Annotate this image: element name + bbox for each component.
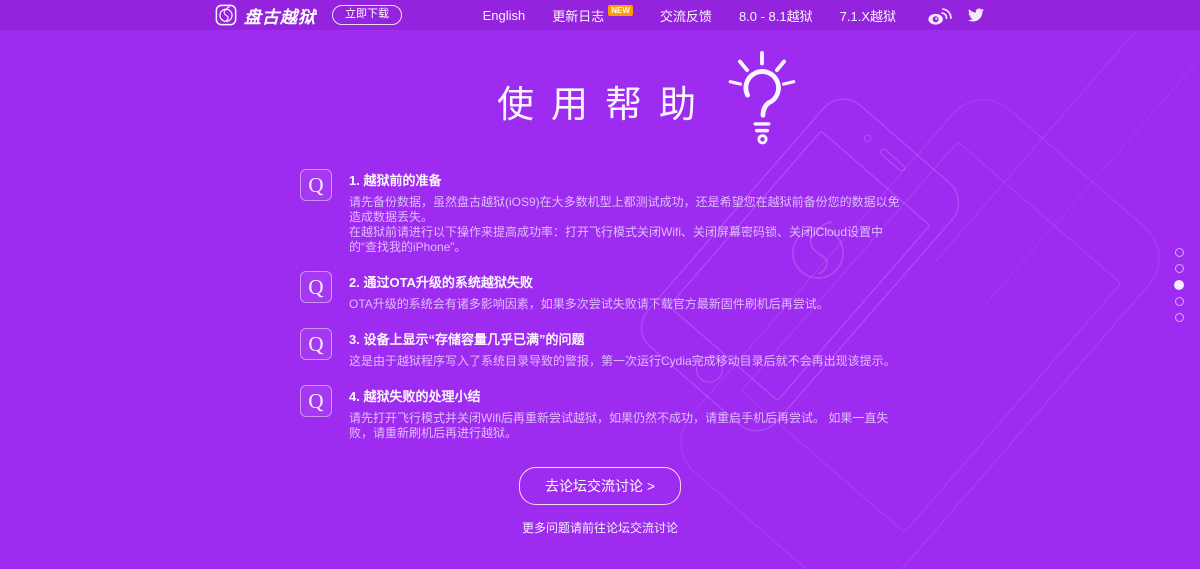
magnifier-q-icon: Q <box>300 169 332 201</box>
section-pager <box>1174 248 1184 322</box>
page-title: 使用帮助 <box>487 74 713 128</box>
nav-item-label: 交流反馈 <box>660 6 712 25</box>
twitter-icon[interactable] <box>967 7 985 23</box>
nav-item-label: 7.1.X越狱 <box>840 6 896 25</box>
download-button[interactable]: 立即下载 <box>332 5 402 25</box>
nav-item-jailbreak-8[interactable]: 8.0 - 8.1越狱 <box>739 6 813 25</box>
faq-item-title: 2. 通过OTA升级的系统越狱失败 <box>349 272 829 291</box>
main-nav: English 更新日志 NEW 交流反馈 8.0 - 8.1越狱 7.1.X越狱 <box>483 5 985 26</box>
faq-item-title: 4. 越狱失败的处理小结 <box>349 386 900 405</box>
q-glyph: Q <box>308 277 323 298</box>
faq-body-line: OTA升级的系统会有诸多影响因素，如果多次尝试失败请下载官方最新固件刷机后再尝试… <box>349 297 829 312</box>
faq-item-body: 请先打开飞行模式并关闭Wifi后再重新尝试越狱，如果仍然不成功，请重启手机后再尝… <box>349 411 900 441</box>
faq-item: Q 2. 通过OTA升级的系统越狱失败 OTA升级的系统会有诸多影响因素，如果多… <box>300 271 900 312</box>
forum-button[interactable]: 去论坛交流讨论 > <box>519 467 681 505</box>
q-glyph: Q <box>308 391 323 412</box>
brand[interactable]: 盘古越狱 立即下载 <box>215 3 402 28</box>
faq-item: Q 1. 越狱前的准备 请先备份数据，虽然盘古越狱(iOS9)在大多数机型上都测… <box>300 169 900 255</box>
pager-dot-active[interactable] <box>1174 280 1184 290</box>
faq-item-body: 这是由于越狱程序写入了系统目录导致的警报，第一次运行Cydia完成移动目录后就不… <box>349 354 896 369</box>
question-bulb-icon <box>723 50 801 151</box>
faq-item: Q 4. 越狱失败的处理小结 请先打开飞行模式并关闭Wifi后再重新尝试越狱，如… <box>300 385 900 441</box>
faq-body-line: 在越狱前请进行以下操作来提高成功率：打开飞行模式关闭Wifi、关闭屏幕密码锁、关… <box>349 225 900 255</box>
pager-dot[interactable] <box>1175 248 1184 257</box>
pangu-logo-icon <box>215 4 237 26</box>
nav-item-label: English <box>483 8 526 23</box>
header: 盘古越狱 立即下载 English 更新日志 NEW 交流反馈 8.0 - 8.1… <box>0 0 1200 30</box>
faq-list: Q 1. 越狱前的准备 请先备份数据，虽然盘古越狱(iOS9)在大多数机型上都测… <box>300 169 900 441</box>
nav-item-english[interactable]: English <box>483 8 526 23</box>
help-section: 使用帮助 Q 1. 越狱前的准备 <box>0 74 1200 536</box>
faq-item: Q 3. 设备上显示“存储容量几乎已满”的问题 这是由于越狱程序写入了系统目录导… <box>300 328 900 369</box>
nav-item-label: 8.0 - 8.1越狱 <box>739 6 813 25</box>
brand-title: 盘古越狱 <box>244 3 316 28</box>
forum-note: 更多问题请前往论坛交流讨论 <box>0 519 1200 536</box>
faq-body-line: 请先打开飞行模式并关闭Wifi后再重新尝试越狱，如果仍然不成功，请重启手机后再尝… <box>349 411 900 441</box>
nav-item-jailbreak-7[interactable]: 7.1.X越狱 <box>840 6 896 25</box>
pager-dot[interactable] <box>1175 297 1184 306</box>
faq-item-body: 请先备份数据，虽然盘古越狱(iOS9)在大多数机型上都测试成功，还是希望您在越狱… <box>349 195 900 255</box>
nav-item-label: 更新日志 <box>552 6 604 25</box>
social-links <box>927 5 985 26</box>
q-glyph: Q <box>308 175 323 196</box>
faq-item-body: OTA升级的系统会有诸多影响因素，如果多次尝试失败请下载官方最新固件刷机后再尝试… <box>349 297 829 312</box>
faq-item-title: 1. 越狱前的准备 <box>349 170 900 189</box>
magnifier-q-icon: Q <box>300 385 332 417</box>
q-glyph: Q <box>308 334 323 355</box>
faq-body-line: 请先备份数据，虽然盘古越狱(iOS9)在大多数机型上都测试成功，还是希望您在越狱… <box>349 195 900 225</box>
magnifier-q-icon: Q <box>300 271 332 303</box>
pager-dot[interactable] <box>1175 313 1184 322</box>
magnifier-q-icon: Q <box>300 328 332 360</box>
nav-item-feedback[interactable]: 交流反馈 <box>660 6 712 25</box>
new-badge: NEW <box>608 5 633 16</box>
weibo-icon[interactable] <box>927 5 952 26</box>
faq-body-line: 这是由于越狱程序写入了系统目录导致的警报，第一次运行Cydia完成移动目录后就不… <box>349 354 896 369</box>
nav-item-changelog[interactable]: 更新日志 NEW <box>552 6 633 25</box>
faq-item-title: 3. 设备上显示“存储容量几乎已满”的问题 <box>349 329 896 348</box>
pager-dot[interactable] <box>1175 264 1184 273</box>
